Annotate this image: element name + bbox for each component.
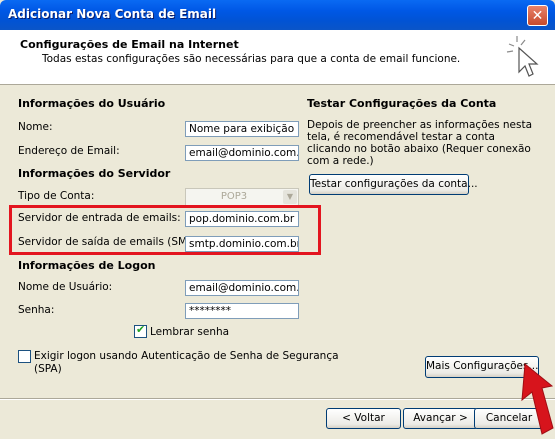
password-label: Senha: (18, 304, 55, 316)
logon-info-heading: Informações de Logon (18, 259, 156, 272)
spa-label[interactable]: Exigir logon usando Autenticação de Senh… (34, 350, 339, 362)
check-icon: ✔ (136, 323, 146, 336)
remember-password-label[interactable]: Lembrar senha (150, 326, 229, 338)
highlight-box (9, 205, 321, 255)
back-button[interactable]: < Voltar (326, 408, 401, 429)
name-field[interactable]: Nome para exibição (185, 121, 299, 137)
test-description: Depois de preencher as informações nesta… (307, 119, 533, 167)
window-title: Adicionar Nova Conta de Email (8, 7, 217, 21)
spa-checkbox[interactable] (18, 350, 31, 363)
title-bar: Adicionar Nova Conta de Email ✕ (0, 0, 555, 30)
username-field[interactable]: email@dominio.com.br (185, 280, 299, 296)
server-info-heading: Informações do Servidor (18, 167, 171, 180)
header-title: Configurações de Email na Internet (20, 38, 239, 51)
email-label: Endereço de Email: (18, 145, 120, 157)
remember-password-checkbox[interactable]: ✔ (134, 323, 147, 338)
account-type-value: POP3 (220, 191, 248, 202)
name-label: Nome: (18, 121, 53, 133)
footer-divider (0, 398, 555, 400)
spa-label-continued[interactable]: (SPA) (34, 363, 62, 375)
chevron-down-icon[interactable]: ▼ (283, 190, 297, 204)
test-heading: Testar Configurações da Conta (307, 97, 497, 110)
user-info-heading: Informações do Usuário (18, 97, 166, 110)
account-type-label: Tipo de Conta: (18, 190, 95, 202)
arrow-annotation-icon (521, 363, 554, 435)
password-field[interactable]: ******** (185, 303, 299, 319)
test-account-button[interactable]: Testar configurações da conta... (309, 174, 478, 195)
close-button[interactable]: ✕ (527, 5, 548, 26)
next-button[interactable]: Avançar > (403, 408, 478, 429)
account-type-select[interactable]: POP3 ▼ (185, 188, 299, 206)
email-field[interactable]: email@dominio.com.br (185, 145, 299, 161)
wizard-header: Configurações de Email na Internet Todas… (0, 30, 555, 85)
cursor-sparkle-icon (506, 36, 539, 77)
username-label: Nome de Usuário: (18, 281, 113, 293)
header-subtitle: Todas estas configurações são necessária… (42, 53, 461, 65)
